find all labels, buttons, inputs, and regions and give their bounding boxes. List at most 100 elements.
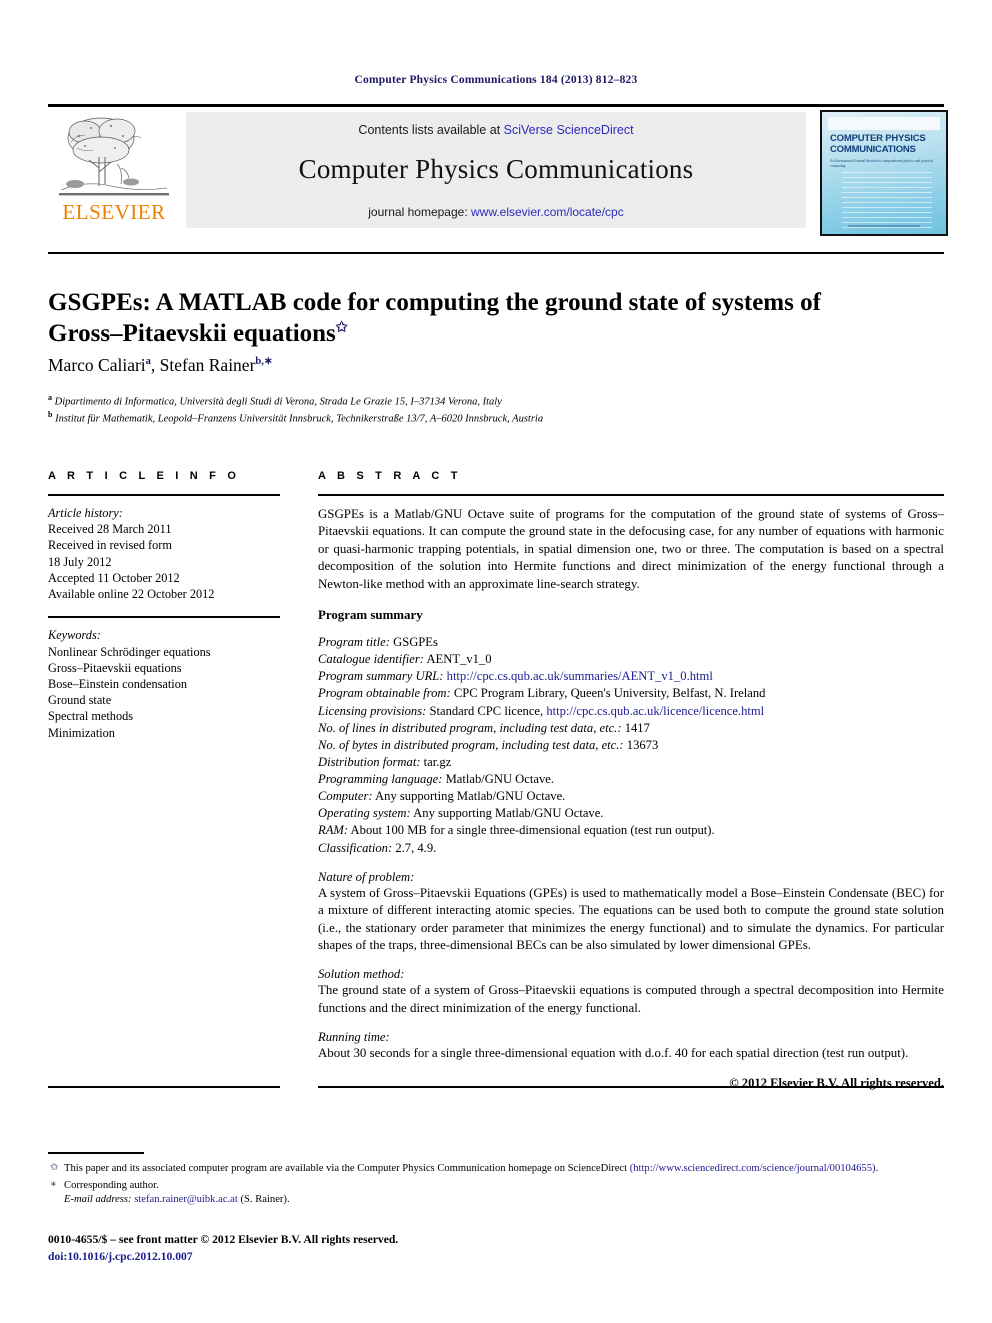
doi-link[interactable]: doi:10.1016/j.cpc.2012.10.007	[48, 1249, 398, 1266]
history-item: Available online 22 October 2012	[48, 587, 215, 602]
keyword-item: Bose–Einstein condensation	[48, 676, 188, 691]
program-field: Program obtainable from: CPC Program Lib…	[318, 685, 944, 702]
author-name-1: Marco Caliari	[48, 355, 146, 375]
abstract-column: A B S T R A C T GSGPEs is a Matlab/GNU O…	[318, 470, 944, 1091]
affiliation-a-text: Dipartimento di Informatica, Università …	[54, 396, 502, 408]
author-name-2: Stefan Rainer	[159, 355, 256, 375]
elsevier-logo: ELSEVIER	[48, 112, 180, 230]
elsevier-tree-icon	[55, 112, 173, 200]
journal-banner: Contents lists available at SciVerse Sci…	[186, 112, 806, 228]
solution-method-label: Solution method:	[318, 967, 405, 982]
field-value: CPC Program Library, Queen's University,…	[453, 686, 766, 701]
program-field: RAM: About 100 MB for a single three-dim…	[318, 822, 944, 839]
history-item: Received 28 March 2011	[48, 522, 172, 537]
program-field: Operating system: Any supporting Matlab/…	[318, 805, 944, 822]
field-value: 13673	[626, 737, 659, 752]
field-key: Licensing provisions:	[318, 703, 427, 718]
author-2-affiliation-marker[interactable]: b,∗	[255, 356, 272, 367]
title-footnote-marker[interactable]: ✩	[336, 320, 348, 335]
field-value: About 100 MB for a single three-dimensio…	[350, 823, 715, 838]
cover-topbar	[828, 117, 940, 131]
sciencedirect-link[interactable]: SciVerse ScienceDirect	[504, 123, 634, 137]
field-key: No. of bytes in distributed program, inc…	[318, 737, 624, 752]
field-key: Computer:	[318, 789, 373, 804]
footnote-email-row: E-mail address: stefan.rainer@uibk.ac.at…	[48, 1193, 944, 1208]
masthead-top-rule	[48, 104, 944, 107]
program-field: Classification: 2.7, 4.9.	[318, 840, 944, 857]
article-info-heading: A R T I C L E I N F O	[48, 470, 241, 482]
history-item: Received in revised form	[48, 538, 172, 553]
author-list: Marco Caliaria, Stefan Rainerb,∗	[48, 355, 273, 375]
cover-title: COMPUTER PHYSICS COMMUNICATIONS	[830, 133, 926, 155]
program-field: Program summary URL: http://cpc.cs.qub.a…	[318, 668, 944, 685]
keyword-item: Ground state	[48, 693, 112, 708]
field-value: tar.gz	[423, 754, 452, 769]
journal-masthead: ELSEVIER Contents lists available at Sci…	[48, 110, 948, 236]
issn-front-matter-line: 0010-4655/$ – see front matter © 2012 El…	[48, 1233, 399, 1246]
sciencedirect-journal-link[interactable]: (http://www.sciencedirect.com/science/jo…	[630, 1163, 876, 1174]
keyword-item: Minimization	[48, 725, 115, 740]
program-field: Licensing provisions: Standard CPC licen…	[318, 703, 944, 720]
keyword-item: Nonlinear Schrödinger equations	[48, 644, 211, 659]
field-key: Operating system:	[318, 806, 411, 821]
field-key: Programming language:	[318, 772, 443, 787]
program-field: No. of lines in distributed program, inc…	[318, 720, 944, 737]
email-tail: (S. Rainer).	[237, 1194, 290, 1206]
cover-footer-bar	[848, 225, 920, 227]
cover-decorative-lines	[842, 172, 932, 228]
affiliation-a-marker: a	[48, 393, 52, 402]
field-key: Classification:	[318, 840, 393, 855]
nature-of-problem-text: A system of Gross–Pitaevskii Equations (…	[318, 885, 944, 952]
email-link[interactable]: stefan.rainer@uibk.ac.at	[134, 1194, 238, 1205]
keyword-item: Spectral methods	[48, 709, 134, 724]
field-key: Catalogue identifier:	[318, 652, 424, 667]
affiliation-b-text: Institut für Mathematik, Leopold–Franzen…	[55, 413, 544, 425]
program-summary-url-link[interactable]: http://cpc.cs.qub.ac.uk/summaries/AENT_v…	[447, 669, 713, 683]
field-value: 1417	[624, 720, 650, 735]
imprint-block: 0010-4655/$ – see front matter © 2012 El…	[48, 1232, 398, 1266]
corresponding-author-text: Corresponding author.	[64, 1179, 159, 1191]
field-value: 2.7, 4.9.	[395, 840, 437, 855]
author-1-affiliation-marker[interactable]: a	[146, 356, 151, 367]
affiliation-b: b Institut für Mathematik, Leopold–Franz…	[48, 410, 543, 425]
program-field: Program title: GSGPEs	[318, 634, 944, 651]
affiliation-a: a Dipartimento di Informatica, Universit…	[48, 393, 502, 408]
contents-available-line: Contents lists available at SciVerse Sci…	[186, 112, 806, 137]
running-time-text: About 30 seconds for a single three-dime…	[318, 1046, 909, 1061]
program-summary-fields: Program title: GSGPEs Catalogue identifi…	[318, 634, 944, 857]
field-key: Program title:	[318, 635, 390, 650]
corresponding-author-marker: ∗	[50, 1178, 57, 1190]
field-key: Program summary URL:	[318, 669, 444, 684]
footnotes: ✩ This paper and its associated computer …	[48, 1160, 944, 1208]
program-field: Distribution format: tar.gz	[318, 754, 944, 771]
program-field: Catalogue identifier: AENT_v1_0	[318, 651, 944, 668]
journal-homepage-line: journal homepage: www.elsevier.com/locat…	[186, 185, 806, 219]
footnote-separator-rule	[48, 1152, 144, 1154]
field-value: Any supporting Matlab/GNU Octave.	[375, 789, 566, 804]
keyword-item: Gross–Pitaevskii equations	[48, 660, 182, 675]
footnote-star: ✩ This paper and its associated computer …	[48, 1162, 944, 1177]
journal-homepage-link[interactable]: www.elsevier.com/locate/cpc	[471, 205, 624, 219]
contents-prefix: Contents lists available at	[358, 123, 504, 137]
field-key: Program obtainable from:	[318, 686, 451, 701]
article-info-rule	[48, 494, 280, 496]
abstract-copyright: © 2012 Elsevier B.V. All rights reserved…	[729, 1075, 944, 1090]
footnote-star-tail: .	[875, 1163, 879, 1174]
left-column-end-rule	[48, 1086, 280, 1088]
affiliation-b-marker: b	[48, 410, 53, 419]
licence-url-link[interactable]: http://cpc.cs.qub.ac.uk/licence/licence.…	[546, 704, 764, 718]
elsevier-wordmark: ELSEVIER	[62, 200, 166, 224]
footnote-star-text: This paper and its associated computer p…	[64, 1163, 628, 1174]
keywords-label: Keywords:	[48, 628, 101, 643]
field-value: AENT_v1_0	[426, 652, 492, 667]
field-value: Any supporting Matlab/GNU Octave.	[413, 806, 604, 821]
program-summary-heading: Program summary	[318, 608, 423, 623]
article-title-text: GSGPEs: A MATLAB code for computing the …	[48, 289, 821, 347]
masthead-bottom-rule	[48, 252, 944, 254]
nature-of-problem-label: Nature of problem:	[318, 869, 415, 884]
footnote-star-marker: ✩	[50, 1162, 59, 1173]
cover-subtitle: An International Journal devoted to comp…	[830, 159, 934, 169]
article-info-column: A R T I C L E I N F O Article history: R…	[48, 470, 280, 741]
program-field: Programming language: Matlab/GNU Octave.	[318, 771, 944, 788]
keywords-block: Keywords: Nonlinear Schrödinger equation…	[48, 627, 280, 741]
